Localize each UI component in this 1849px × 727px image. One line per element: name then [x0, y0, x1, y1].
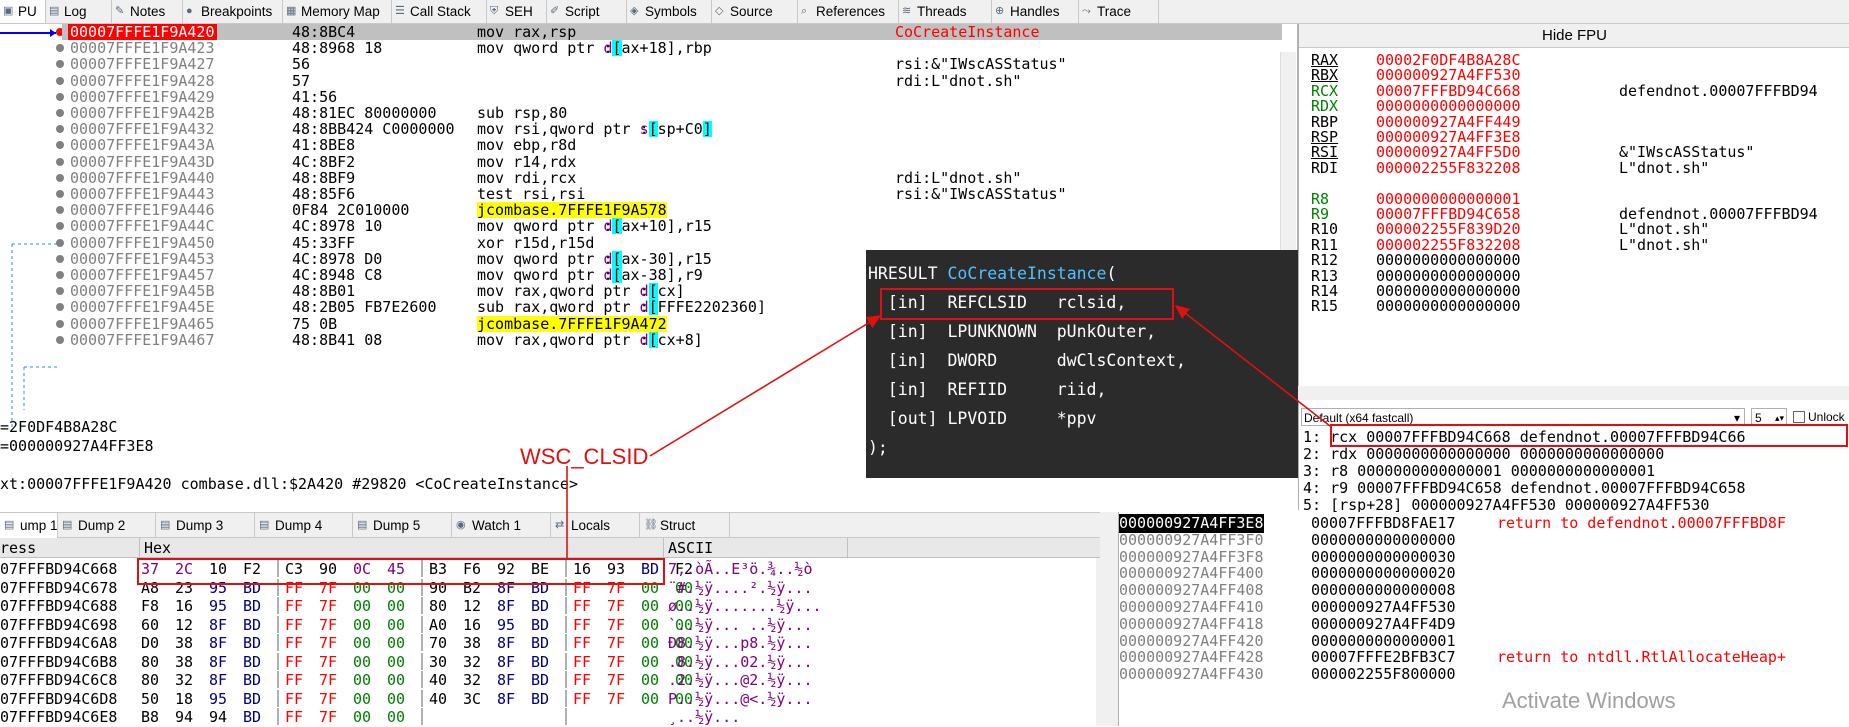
arrow-rcx-to-rclsid	[1174, 305, 1331, 427]
current-ip-arrow-head	[50, 29, 56, 37]
arrow-label-to-rclsid	[649, 315, 882, 457]
wsc-clsid-annotation-label: WSC_CLSID	[520, 444, 649, 469]
activate-windows-watermark: Activate Windows	[1502, 688, 1676, 713]
annotation-arrows	[0, 29, 1331, 558]
